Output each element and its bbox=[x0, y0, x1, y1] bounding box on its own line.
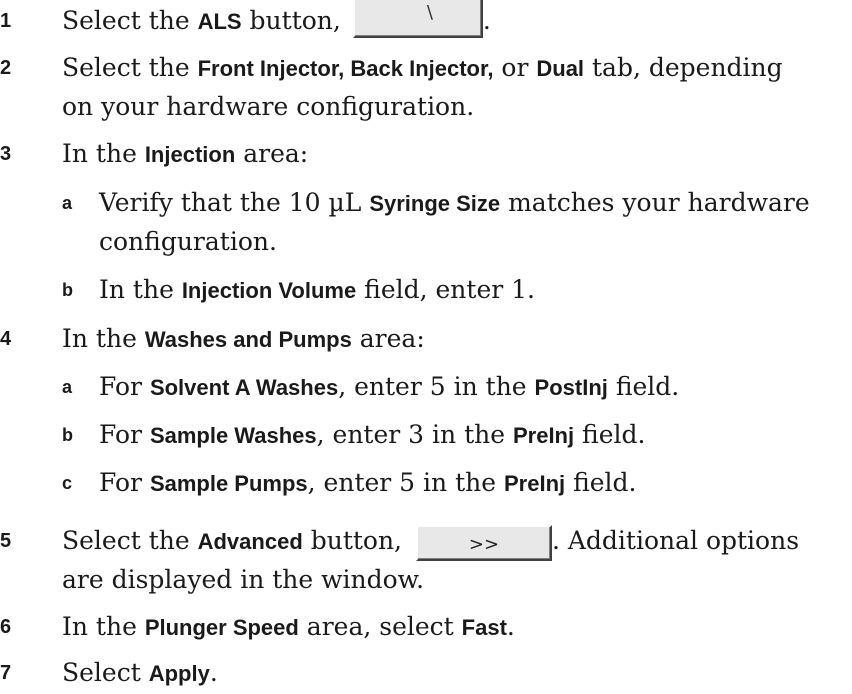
text: on your hardware configuration. bbox=[62, 92, 475, 121]
text: In the bbox=[99, 275, 182, 304]
bold-term: Injection bbox=[144, 142, 236, 167]
text: In the bbox=[62, 612, 145, 641]
text: area, select bbox=[298, 612, 462, 641]
text: , enter 3 in the bbox=[316, 420, 513, 449]
bold-term: Sample Washes bbox=[149, 423, 317, 448]
als-icon: \ bbox=[426, 1, 433, 23]
bold-term: Syringe Size bbox=[369, 191, 501, 216]
step-text: Select the ALS button, \. bbox=[62, 0, 852, 41]
text: button, bbox=[302, 526, 410, 555]
text: , enter 5 in the bbox=[307, 468, 504, 497]
text: field. bbox=[565, 468, 637, 497]
text: or bbox=[493, 53, 537, 82]
step-number: 4 bbox=[0, 328, 12, 350]
text: configuration. bbox=[99, 227, 277, 256]
substep-text: Verify that the 10 µL Syringe Size match… bbox=[99, 184, 852, 261]
bold-term: Fast bbox=[461, 615, 507, 640]
text: . bbox=[482, 6, 491, 35]
step-text: Select the Advanced button, >> . Addition… bbox=[62, 522, 852, 599]
substep-letter: a bbox=[62, 193, 73, 213]
bold-term: Solvent A Washes bbox=[149, 375, 339, 400]
text: Verify that the 10 µL bbox=[99, 188, 370, 217]
step-number: 2 bbox=[0, 57, 12, 79]
bold-term: Apply bbox=[148, 661, 210, 686]
step-text: In the Plunger Speed area, select Fast. bbox=[62, 608, 852, 647]
bold-term: Injection Volume bbox=[181, 278, 357, 303]
bold-term: PostInj bbox=[534, 375, 608, 400]
text: are displayed in the window. bbox=[62, 565, 425, 594]
text: Select the bbox=[62, 6, 198, 35]
substep-letter: b bbox=[62, 280, 73, 300]
step-text: In the Washes and Pumps area: bbox=[62, 320, 852, 359]
bold-term: Washes and Pumps bbox=[144, 327, 352, 352]
bold-term: ALS bbox=[197, 9, 242, 34]
bold-term: Dual bbox=[536, 56, 585, 81]
bold-term: Advanced bbox=[197, 529, 303, 554]
text: field. bbox=[574, 420, 646, 449]
bold-term: Plunger Speed bbox=[144, 615, 299, 640]
text: matches your hardware bbox=[500, 188, 810, 217]
step-text: Select the Front Injector, Back Injector… bbox=[62, 49, 852, 126]
text: Select the bbox=[62, 526, 198, 555]
substep-text: For Solvent A Washes, enter 5 in the Pos… bbox=[99, 368, 852, 407]
text: In the bbox=[62, 324, 145, 353]
bold-term: Front Injector, Back Injector, bbox=[197, 56, 494, 81]
text: Select bbox=[62, 658, 149, 687]
step-number: 1 bbox=[0, 10, 12, 32]
text: tab, depending bbox=[584, 53, 783, 82]
text: . bbox=[506, 612, 515, 641]
substep-text: For Sample Pumps, enter 5 in the PreInj … bbox=[99, 464, 852, 503]
step-number: 7 bbox=[0, 662, 12, 684]
text: For bbox=[99, 468, 150, 497]
text: field. bbox=[607, 372, 680, 401]
step-number: 5 bbox=[0, 530, 12, 552]
bold-term: Sample Pumps bbox=[149, 471, 308, 496]
advanced-button-image: >> bbox=[415, 524, 552, 561]
substep-letter: c bbox=[62, 473, 73, 493]
substep-text: In the Injection Volume field, enter 1. bbox=[99, 271, 852, 310]
step-number: 3 bbox=[0, 143, 12, 165]
step-text: In the Injection area: bbox=[62, 135, 852, 174]
substep-letter: a bbox=[62, 377, 73, 397]
step-number: 6 bbox=[0, 616, 12, 638]
text: For bbox=[99, 420, 150, 449]
substep-text: For Sample Washes, enter 3 in the PreInj… bbox=[99, 416, 852, 455]
text: . bbox=[209, 658, 218, 687]
text: area: bbox=[351, 324, 425, 353]
text: . Additional options bbox=[551, 526, 800, 555]
step-text: Select Apply. bbox=[62, 654, 852, 693]
text: Select the bbox=[62, 53, 198, 82]
text: field, enter 1. bbox=[356, 275, 535, 304]
text: , enter 5 in the bbox=[338, 372, 535, 401]
text: In the bbox=[62, 139, 145, 168]
als-button-image: \ bbox=[352, 0, 483, 38]
bold-term: PreInj bbox=[503, 471, 566, 496]
chevron-right-double-icon: >> bbox=[468, 533, 500, 555]
text: area: bbox=[235, 139, 309, 168]
text: For bbox=[99, 372, 150, 401]
bold-term: PreInj bbox=[512, 423, 575, 448]
substep-letter: b bbox=[62, 425, 73, 445]
text: button, bbox=[241, 6, 349, 35]
